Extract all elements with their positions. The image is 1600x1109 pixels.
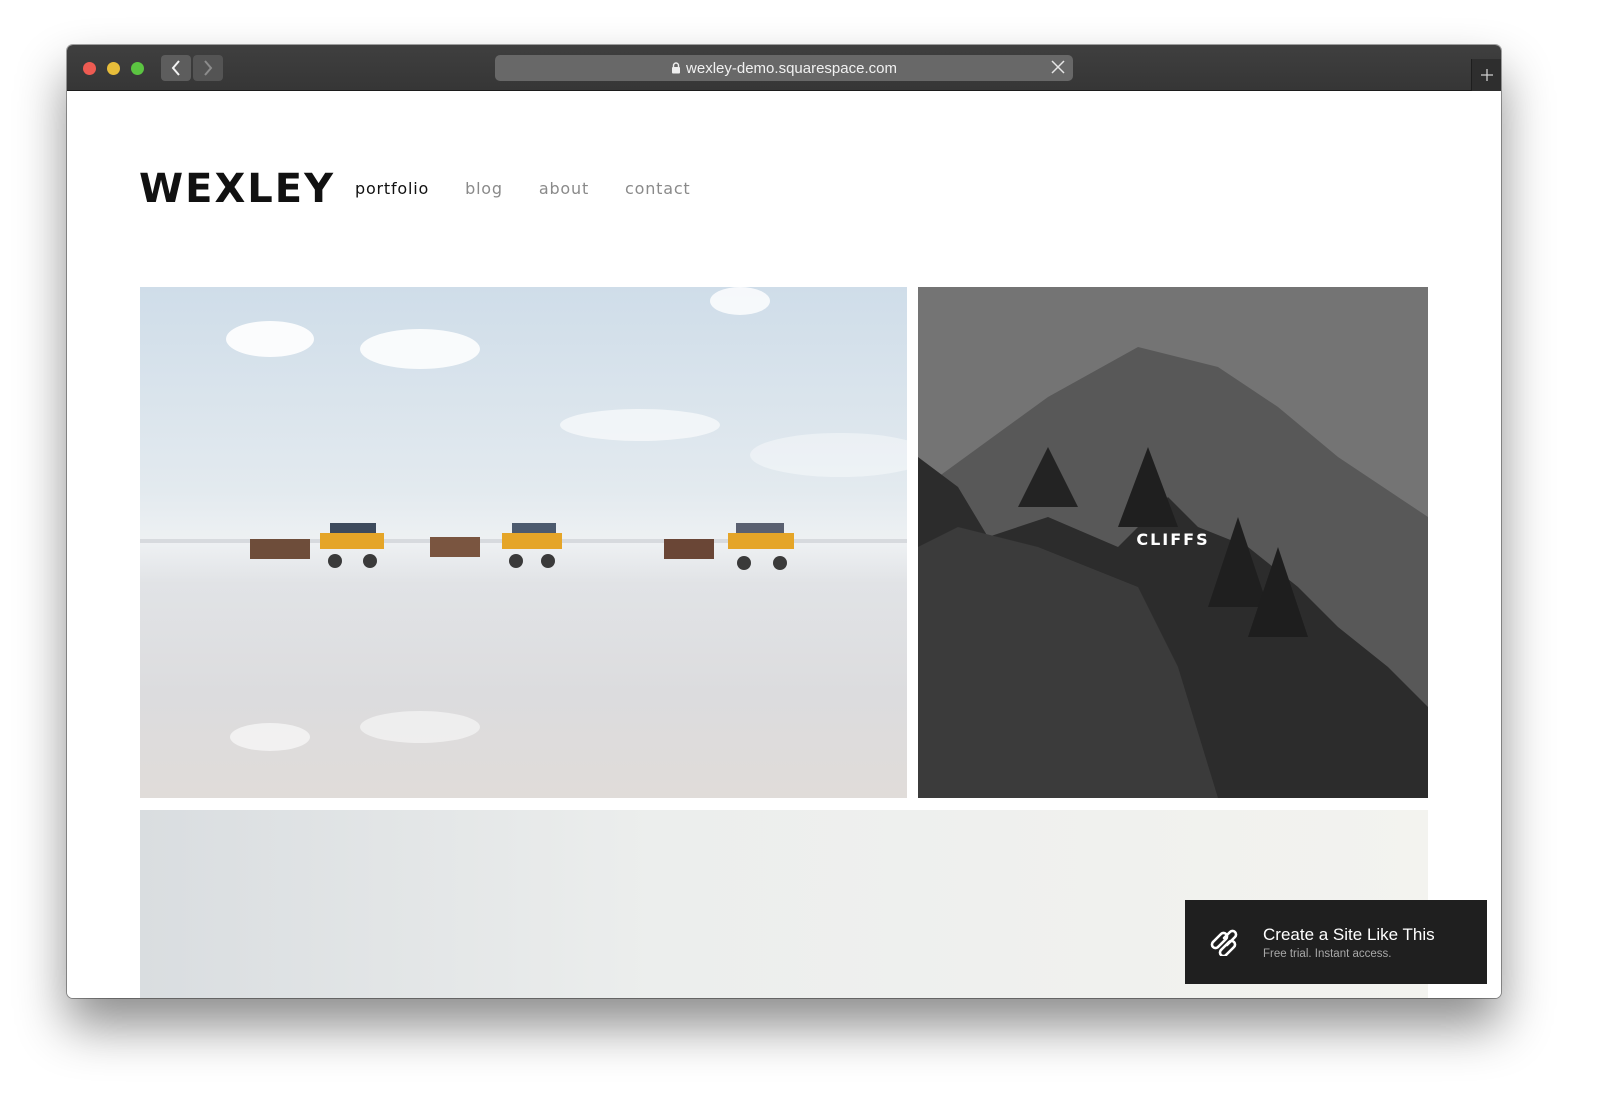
carriage-group-3 xyxy=(664,523,794,570)
forward-button[interactable] xyxy=(193,55,223,81)
nav-portfolio[interactable]: portfolio xyxy=(355,179,429,198)
close-window-button[interactable] xyxy=(83,62,96,75)
banner-subtitle: Free trial. Instant access. xyxy=(1263,947,1392,960)
create-site-banner[interactable]: Create a Site Like This Free trial. Inst… xyxy=(1185,900,1487,984)
maximize-window-button[interactable] xyxy=(131,62,144,75)
main-nav: portfolio blog about contact xyxy=(355,179,691,198)
nav-blog[interactable]: blog xyxy=(465,179,503,198)
banner-text: Create a Site Like This Free trial. Inst… xyxy=(1263,925,1435,960)
banner-title: Create a Site Like This xyxy=(1263,924,1435,944)
browser-titlebar: wexley-demo.squarespace.com xyxy=(67,45,1501,91)
url-text: wexley-demo.squarespace.com xyxy=(686,59,897,77)
carriages-photo xyxy=(140,287,907,751)
gallery-tile-carriages[interactable] xyxy=(140,287,907,798)
carriage-group-2 xyxy=(430,523,562,568)
new-tab-button[interactable] xyxy=(1471,59,1501,91)
site-logo[interactable]: WEXLEY xyxy=(139,166,335,212)
chevron-left-icon xyxy=(171,60,180,76)
nav-about[interactable]: about xyxy=(539,179,589,198)
carriage-group-1 xyxy=(250,523,384,568)
gallery-tile-cliffs[interactable]: CLIFFS xyxy=(918,287,1428,798)
chevron-right-icon xyxy=(204,60,213,76)
web-page: WEXLEY portfolio blog about contact CLIF… xyxy=(67,91,1501,998)
lock-icon xyxy=(671,62,681,74)
address-bar[interactable]: wexley-demo.squarespace.com xyxy=(495,55,1073,81)
plus-icon xyxy=(1480,69,1493,81)
close-icon[interactable] xyxy=(1051,60,1065,78)
squarespace-logo-icon xyxy=(1209,928,1241,956)
browser-window: wexley-demo.squarespace.com WEXLEY portf… xyxy=(67,45,1501,998)
back-button[interactable] xyxy=(161,55,191,81)
minimize-window-button[interactable] xyxy=(107,62,120,75)
nav-contact[interactable]: contact xyxy=(625,179,690,198)
tile-caption-cliffs: CLIFFS xyxy=(1136,530,1210,549)
